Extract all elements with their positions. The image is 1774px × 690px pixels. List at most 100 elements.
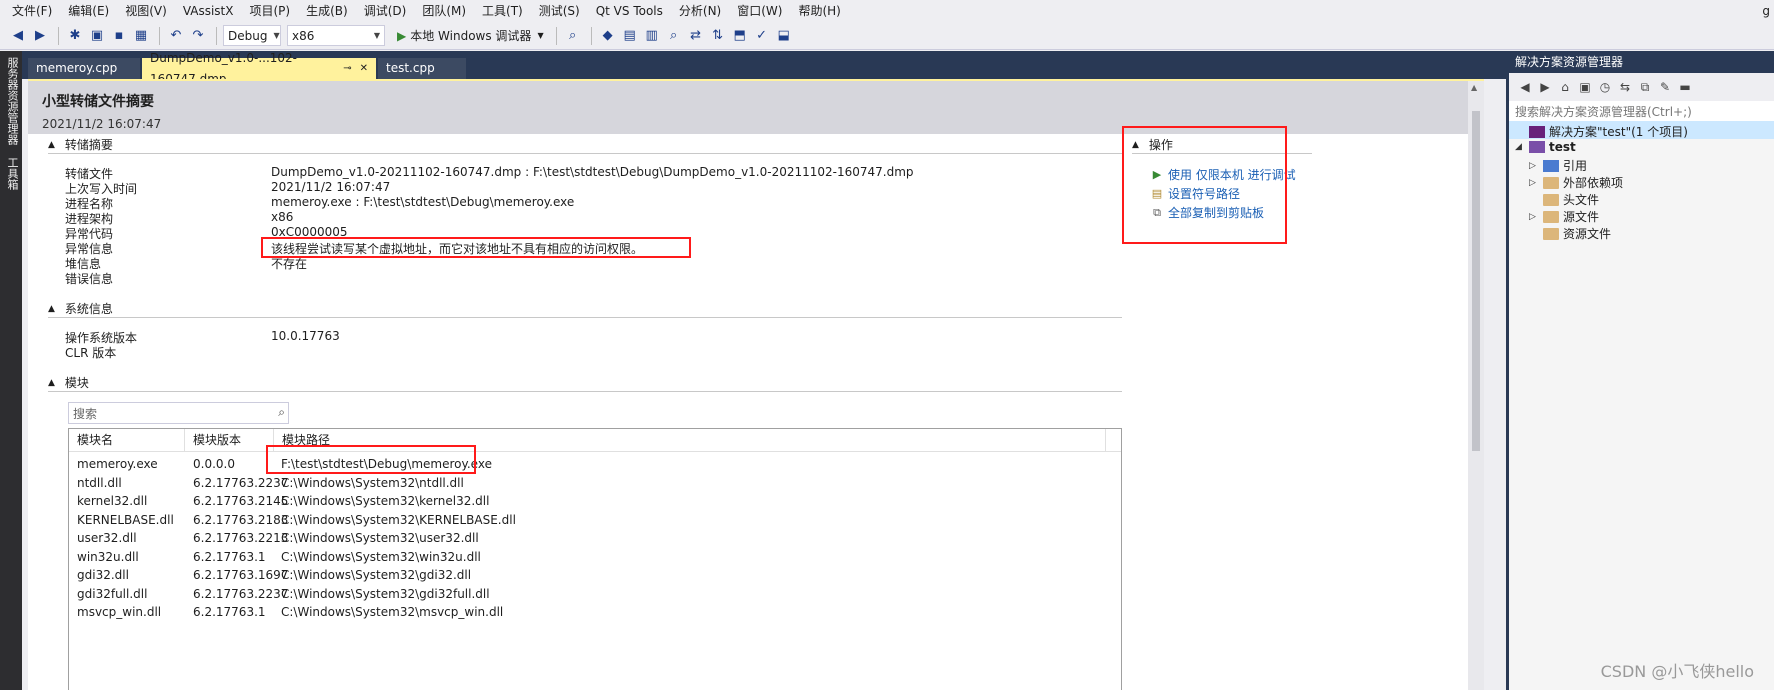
back-icon[interactable]: ◀ [8,26,28,46]
close-icon[interactable]: ✕ [360,58,368,79]
vertical-scrollbar[interactable]: ▲ [1468,81,1484,690]
solution-node[interactable]: 解决方案"test"(1 个项目) [1515,123,1688,140]
column-header-name[interactable]: 模块名 [69,429,185,452]
cell-module-path: C:\Windows\System32\win32u.dll [281,549,481,564]
menu-window[interactable]: 窗口(W) [729,0,790,22]
solution-explorer-title: 解决方案资源管理器 [1509,51,1774,73]
vassist-icon-8[interactable]: ✓ [752,26,772,46]
solution-search-input[interactable]: 搜索解决方案资源管理器(Ctrl+;) [1509,101,1774,123]
menu-test[interactable]: 测试(S) [531,0,588,22]
cell-module-name: gdi32.dll [77,568,129,582]
column-header-version[interactable]: 模块版本 [185,429,274,452]
menu-project[interactable]: 项目(P) [241,0,298,22]
pending-changes-icon[interactable]: ◷ [1595,80,1615,94]
find-in-files-icon[interactable]: ⌕ [563,26,583,46]
table-row[interactable]: kernel32.dll 6.2.17763.2145 C:\Windows\Sys… [69,492,1121,511]
menu-view[interactable]: 视图(V) [117,0,175,22]
undo-icon[interactable]: ↶ [166,26,186,46]
chevron-up-icon[interactable]: ▲ [1471,83,1477,92]
toolbar-separator [159,26,160,45]
menu-edit[interactable]: 编辑(E) [60,0,117,22]
tree-item-header-files[interactable]: 头文件 [1529,191,1599,208]
folder-icon [1543,210,1559,223]
tab-label: memeroy.cpp [36,61,118,75]
server-explorer-tab[interactable]: 服务器资源管理器 [0,51,20,151]
table-row[interactable]: win32u.dll 6.2.17763.1 C:\Windows\System32… [69,548,1121,567]
redo-icon[interactable]: ↷ [188,26,208,46]
value-dump-file: DumpDemo_v1.0-20211102-160747.dmp : F:\t… [271,165,914,179]
start-debugging-button[interactable]: ▶ 本地 Windows 调试器 ▼ [391,25,550,47]
cell-module-path: C:\Windows\System32\gdi32full.dll [281,586,490,601]
expand-arrow-icon[interactable]: ▷ [1529,212,1543,222]
preview-icon[interactable]: ▬ [1675,80,1695,94]
save-icon[interactable]: ▪ [109,26,129,46]
value-last-write-time: 2021/11/2 16:07:47 [271,180,391,194]
vassist-icon-2[interactable]: ▤ [620,26,640,46]
table-row[interactable]: ntdll.dll 6.2.17763.2237 C:\Windows\System… [69,474,1121,493]
tree-item-references[interactable]: ▷ 引用 [1529,157,1587,174]
home-icon[interactable]: ⌂ [1555,80,1575,94]
tab-dump-file[interactable]: DumpDemo_v1.0-...102-160747.dmp ⊸ ✕ [142,51,376,86]
menu-debug[interactable]: 调试(D) [356,0,415,22]
menu-tools[interactable]: 工具(T) [474,0,531,22]
new-project-icon[interactable]: ✱ [65,26,85,46]
table-row[interactable]: gdi32full.dll 6.2.17763.2237 C:\Windows\Sy… [69,585,1121,604]
menu-vassistx[interactable]: VAssistX [175,0,242,22]
scrollbar-thumb[interactable] [1472,111,1480,451]
vassist-icon-9[interactable]: ⬓ [774,26,794,46]
vassist-icon-3[interactable]: ▥ [642,26,662,46]
collapse-caret-icon: ▲ [48,377,55,388]
configuration-select[interactable]: Debug ▼ [223,25,281,46]
expand-arrow-icon[interactable]: ▷ [1529,178,1543,188]
user-account[interactable]: g [1762,0,1770,22]
expand-arrow-icon[interactable]: ◢ [1515,142,1529,152]
open-file-icon[interactable]: ▣ [87,26,107,46]
modules-table: 模块名 模块版本 模块路径 memeroy.exe 0.0.0.0 F:\test\… [68,428,1122,690]
toolbar-separator [590,26,592,45]
cell-module-version: 0.0.0.0 [193,457,235,471]
table-row[interactable]: memeroy.exe 0.0.0.0 F:\test\stdtest\Debug\… [69,455,1121,474]
tree-item-source-files[interactable]: ▷ 源文件 [1529,208,1599,225]
forward-icon[interactable]: ▶ [30,26,50,46]
tree-item-external-deps[interactable]: ▷ 外部依赖项 [1529,174,1623,191]
vassist-icon-4[interactable]: ⌕ [664,26,684,46]
collapse-all-icon[interactable]: ⧉ [1635,80,1655,95]
menu-build[interactable]: 生成(B) [298,0,356,22]
switch-views-icon[interactable]: ▣ [1575,80,1595,94]
vassist-icon-1[interactable]: ◆ [598,26,618,46]
save-all-icon[interactable]: ▦ [131,26,151,46]
table-row[interactable]: msvcp_win.dll 6.2.17763.1 C:\Windows\Syste… [69,603,1121,622]
menu-file[interactable]: 文件(F) [4,0,60,22]
menu-help[interactable]: 帮助(H) [790,0,848,22]
table-row[interactable]: KERNELBASE.dll 6.2.17763.2183 C:\Windows\S… [69,511,1121,530]
toolbox-tab[interactable]: 工具箱 [0,151,20,196]
menu-analyze[interactable]: 分析(N) [671,0,729,22]
forward-icon[interactable]: ▶ [1535,80,1555,94]
table-row[interactable]: gdi32.dll 6.2.17763.1697 C:\Windows\System… [69,566,1121,585]
dump-summary-section-header[interactable]: ▲ 转储摘要 [48,136,113,153]
vassist-icon-6[interactable]: ⇅ [708,26,728,46]
module-search-input[interactable]: 搜索 ⌕ [68,402,289,424]
toolbar-separator [216,26,217,45]
menu-qt-vs-tools[interactable]: Qt VS Tools [588,0,671,22]
search-icon[interactable]: ⌕ [278,405,285,420]
vassist-icon-7[interactable]: ⬒ [730,26,750,46]
modules-section-header[interactable]: ▲ 模块 [48,374,89,391]
properties-icon[interactable]: ✎ [1655,80,1675,94]
system-info-section-header[interactable]: ▲ 系统信息 [48,300,113,317]
tree-item-resource-files[interactable]: 资源文件 [1529,225,1611,242]
project-node[interactable]: ◢ test [1515,140,1576,154]
cell-module-version: 6.2.17763.1697 [193,568,289,582]
platform-select[interactable]: x86 ▼ [287,25,385,46]
dump-summary-document: 小型转储文件摘要 2021/11/2 16:07:47 ▲ ▲ 转储摘要 转储文… [28,81,1484,690]
tab-memeroy-cpp[interactable]: memeroy.cpp [28,58,140,79]
tab-label: test.cpp [386,61,435,75]
expand-arrow-icon[interactable]: ▷ [1529,161,1543,171]
pin-icon[interactable]: ⊸ [343,58,351,79]
vassist-icon-5[interactable]: ⇄ [686,26,706,46]
menu-team[interactable]: 团队(M) [414,0,474,22]
table-row[interactable]: user32.dll 6.2.17763.2213 C:\Windows\Syste… [69,529,1121,548]
sync-icon[interactable]: ⇆ [1615,80,1635,94]
tab-test-cpp[interactable]: test.cpp [378,58,466,79]
back-icon[interactable]: ◀ [1515,80,1535,94]
